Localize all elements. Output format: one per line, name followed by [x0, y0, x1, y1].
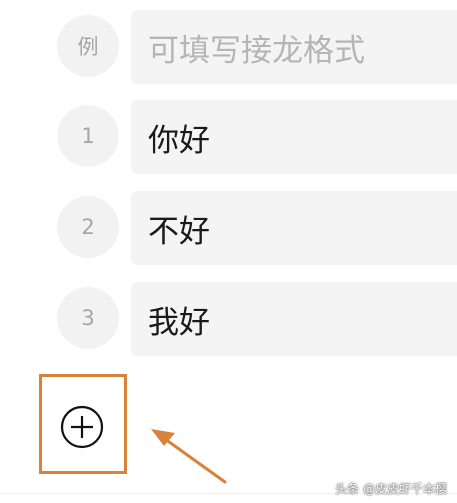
item-input[interactable]: 不好 — [131, 191, 457, 265]
annotation-arrow-icon — [151, 429, 227, 484]
plus-circle-icon — [60, 405, 104, 449]
list-item: 1 你好 — [0, 100, 457, 174]
example-input[interactable]: 可填写接龙格式 — [131, 10, 457, 84]
item-number-badge: 3 — [57, 287, 119, 349]
list-item: 3 我好 — [0, 282, 457, 356]
watermark: 头条 @皮皮虾千本樱 — [335, 482, 447, 496]
item-number-badge: 2 — [57, 196, 119, 258]
add-item-button[interactable] — [59, 404, 105, 450]
example-badge: 例 — [57, 15, 119, 77]
list-item: 2 不好 — [0, 191, 457, 265]
item-input[interactable]: 我好 — [131, 282, 457, 356]
item-input[interactable]: 你好 — [131, 100, 457, 174]
item-number-badge: 1 — [57, 105, 119, 167]
example-row: 例 可填写接龙格式 — [0, 10, 457, 84]
